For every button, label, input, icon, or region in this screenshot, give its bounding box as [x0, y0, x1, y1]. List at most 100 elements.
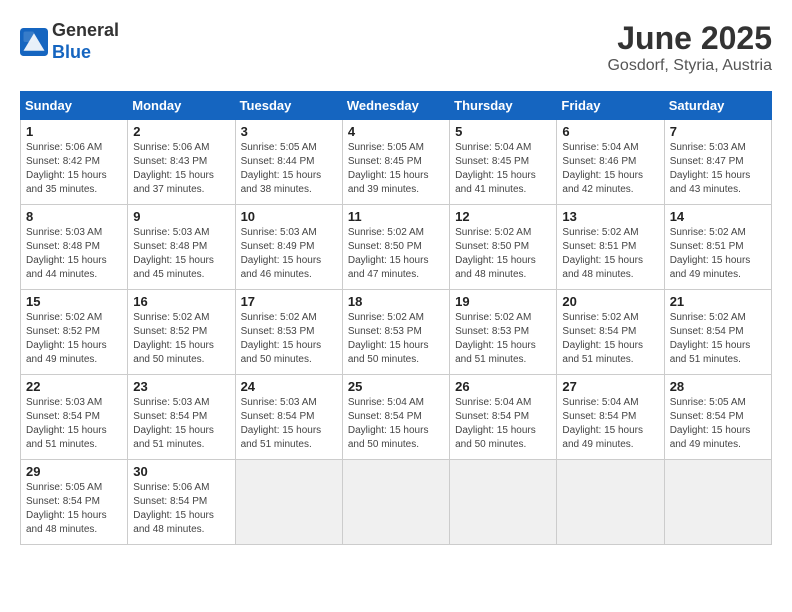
logo-text: General Blue — [52, 20, 119, 63]
calendar-cell — [342, 460, 449, 545]
day-number: 24 — [241, 379, 337, 394]
day-detail: Sunrise: 5:02 AM Sunset: 8:53 PM Dayligh… — [348, 311, 444, 367]
header-thursday: Thursday — [450, 92, 557, 120]
day-detail: Sunrise: 5:02 AM Sunset: 8:53 PM Dayligh… — [241, 311, 337, 367]
calendar-cell: 27 Sunrise: 5:04 AM Sunset: 8:54 PM Dayli… — [557, 375, 664, 460]
day-number: 12 — [455, 209, 551, 224]
day-number: 7 — [670, 124, 766, 139]
calendar-cell: 11 Sunrise: 5:02 AM Sunset: 8:50 PM Dayli… — [342, 205, 449, 290]
calendar-cell: 16 Sunrise: 5:02 AM Sunset: 8:52 PM Dayli… — [128, 290, 235, 375]
header-monday: Monday — [128, 92, 235, 120]
day-number: 16 — [133, 294, 229, 309]
day-number: 19 — [455, 294, 551, 309]
calendar-cell: 26 Sunrise: 5:04 AM Sunset: 8:54 PM Dayli… — [450, 375, 557, 460]
day-detail: Sunrise: 5:04 AM Sunset: 8:54 PM Dayligh… — [562, 396, 658, 452]
calendar-cell: 7 Sunrise: 5:03 AM Sunset: 8:47 PM Daylig… — [664, 120, 771, 205]
day-number: 20 — [562, 294, 658, 309]
day-number: 9 — [133, 209, 229, 224]
calendar-cell: 20 Sunrise: 5:02 AM Sunset: 8:54 PM Dayli… — [557, 290, 664, 375]
day-number: 4 — [348, 124, 444, 139]
header-tuesday: Tuesday — [235, 92, 342, 120]
day-detail: Sunrise: 5:02 AM Sunset: 8:50 PM Dayligh… — [348, 226, 444, 282]
day-detail: Sunrise: 5:03 AM Sunset: 8:54 PM Dayligh… — [133, 396, 229, 452]
week-row-2: 8 Sunrise: 5:03 AM Sunset: 8:48 PM Daylig… — [21, 205, 772, 290]
day-number: 3 — [241, 124, 337, 139]
calendar-cell: 9 Sunrise: 5:03 AM Sunset: 8:48 PM Daylig… — [128, 205, 235, 290]
day-detail: Sunrise: 5:02 AM Sunset: 8:51 PM Dayligh… — [670, 226, 766, 282]
day-number: 27 — [562, 379, 658, 394]
calendar-cell: 15 Sunrise: 5:02 AM Sunset: 8:52 PM Dayli… — [21, 290, 128, 375]
day-detail: Sunrise: 5:06 AM Sunset: 8:42 PM Dayligh… — [26, 141, 122, 197]
day-number: 26 — [455, 379, 551, 394]
header-friday: Friday — [557, 92, 664, 120]
logo-general: General — [52, 20, 119, 40]
day-number: 8 — [26, 209, 122, 224]
day-number: 28 — [670, 379, 766, 394]
day-number: 1 — [26, 124, 122, 139]
day-detail: Sunrise: 5:05 AM Sunset: 8:54 PM Dayligh… — [26, 481, 122, 537]
calendar-cell: 14 Sunrise: 5:02 AM Sunset: 8:51 PM Dayli… — [664, 205, 771, 290]
calendar-cell: 21 Sunrise: 5:02 AM Sunset: 8:54 PM Dayli… — [664, 290, 771, 375]
header-saturday: Saturday — [664, 92, 771, 120]
day-number: 25 — [348, 379, 444, 394]
week-row-5: 29 Sunrise: 5:05 AM Sunset: 8:54 PM Dayli… — [21, 460, 772, 545]
day-number: 17 — [241, 294, 337, 309]
day-detail: Sunrise: 5:02 AM Sunset: 8:52 PM Dayligh… — [133, 311, 229, 367]
page-header: General Blue June 2025 Gosdorf, Styria, … — [20, 20, 772, 75]
day-detail: Sunrise: 5:02 AM Sunset: 8:54 PM Dayligh… — [562, 311, 658, 367]
day-detail: Sunrise: 5:02 AM Sunset: 8:54 PM Dayligh… — [670, 311, 766, 367]
day-detail: Sunrise: 5:04 AM Sunset: 8:45 PM Dayligh… — [455, 141, 551, 197]
calendar-cell — [664, 460, 771, 545]
day-detail: Sunrise: 5:04 AM Sunset: 8:54 PM Dayligh… — [455, 396, 551, 452]
day-number: 29 — [26, 464, 122, 479]
day-detail: Sunrise: 5:03 AM Sunset: 8:48 PM Dayligh… — [133, 226, 229, 282]
day-number: 2 — [133, 124, 229, 139]
week-row-4: 22 Sunrise: 5:03 AM Sunset: 8:54 PM Dayli… — [21, 375, 772, 460]
day-detail: Sunrise: 5:02 AM Sunset: 8:51 PM Dayligh… — [562, 226, 658, 282]
calendar-cell: 17 Sunrise: 5:02 AM Sunset: 8:53 PM Dayli… — [235, 290, 342, 375]
day-number: 14 — [670, 209, 766, 224]
calendar-header-row: SundayMondayTuesdayWednesdayThursdayFrid… — [21, 92, 772, 120]
day-detail: Sunrise: 5:03 AM Sunset: 8:47 PM Dayligh… — [670, 141, 766, 197]
calendar-cell: 5 Sunrise: 5:04 AM Sunset: 8:45 PM Daylig… — [450, 120, 557, 205]
logo: General Blue — [20, 20, 119, 63]
calendar-cell: 28Sunrise: 5:05 AM Sunset: 8:54 PM Dayli… — [664, 375, 771, 460]
calendar-cell: 13Sunrise: 5:02 AM Sunset: 8:51 PM Dayli… — [557, 205, 664, 290]
day-number: 10 — [241, 209, 337, 224]
day-number: 11 — [348, 209, 444, 224]
day-number: 30 — [133, 464, 229, 479]
calendar-cell — [557, 460, 664, 545]
calendar-subtitle: Gosdorf, Styria, Austria — [607, 57, 772, 75]
calendar-cell: 1 Sunrise: 5:06 AM Sunset: 8:42 PM Daylig… — [21, 120, 128, 205]
logo-icon — [20, 28, 48, 56]
calendar-cell — [235, 460, 342, 545]
calendar-table: SundayMondayTuesdayWednesdayThursdayFrid… — [20, 91, 772, 545]
day-detail: Sunrise: 5:02 AM Sunset: 8:53 PM Dayligh… — [455, 311, 551, 367]
day-number: 21 — [670, 294, 766, 309]
calendar-cell: 10Sunrise: 5:03 AM Sunset: 8:49 PM Dayli… — [235, 205, 342, 290]
logo-blue: Blue — [52, 42, 91, 62]
day-number: 23 — [133, 379, 229, 394]
day-number: 6 — [562, 124, 658, 139]
day-detail: Sunrise: 5:06 AM Sunset: 8:54 PM Dayligh… — [133, 481, 229, 537]
calendar-cell — [450, 460, 557, 545]
day-number: 22 — [26, 379, 122, 394]
day-detail: Sunrise: 5:05 AM Sunset: 8:45 PM Dayligh… — [348, 141, 444, 197]
day-number: 15 — [26, 294, 122, 309]
calendar-cell: 22Sunrise: 5:03 AM Sunset: 8:54 PM Dayli… — [21, 375, 128, 460]
day-detail: Sunrise: 5:06 AM Sunset: 8:43 PM Dayligh… — [133, 141, 229, 197]
title-section: June 2025 Gosdorf, Styria, Austria — [607, 20, 772, 75]
day-number: 5 — [455, 124, 551, 139]
day-detail: Sunrise: 5:04 AM Sunset: 8:46 PM Dayligh… — [562, 141, 658, 197]
day-detail: Sunrise: 5:02 AM Sunset: 8:52 PM Dayligh… — [26, 311, 122, 367]
day-detail: Sunrise: 5:05 AM Sunset: 8:44 PM Dayligh… — [241, 141, 337, 197]
week-row-3: 15 Sunrise: 5:02 AM Sunset: 8:52 PM Dayli… — [21, 290, 772, 375]
week-row-1: 1 Sunrise: 5:06 AM Sunset: 8:42 PM Daylig… — [21, 120, 772, 205]
day-detail: Sunrise: 5:04 AM Sunset: 8:54 PM Dayligh… — [348, 396, 444, 452]
calendar-cell: 3 Sunrise: 5:05 AM Sunset: 8:44 PM Daylig… — [235, 120, 342, 205]
calendar-cell: 2 Sunrise: 5:06 AM Sunset: 8:43 PM Daylig… — [128, 120, 235, 205]
calendar-cell: 29 Sunrise: 5:05 AM Sunset: 8:54 PM Dayli… — [21, 460, 128, 545]
day-detail: Sunrise: 5:02 AM Sunset: 8:50 PM Dayligh… — [455, 226, 551, 282]
header-wednesday: Wednesday — [342, 92, 449, 120]
calendar-cell: 25 Sunrise: 5:04 AM Sunset: 8:54 PM Dayli… — [342, 375, 449, 460]
